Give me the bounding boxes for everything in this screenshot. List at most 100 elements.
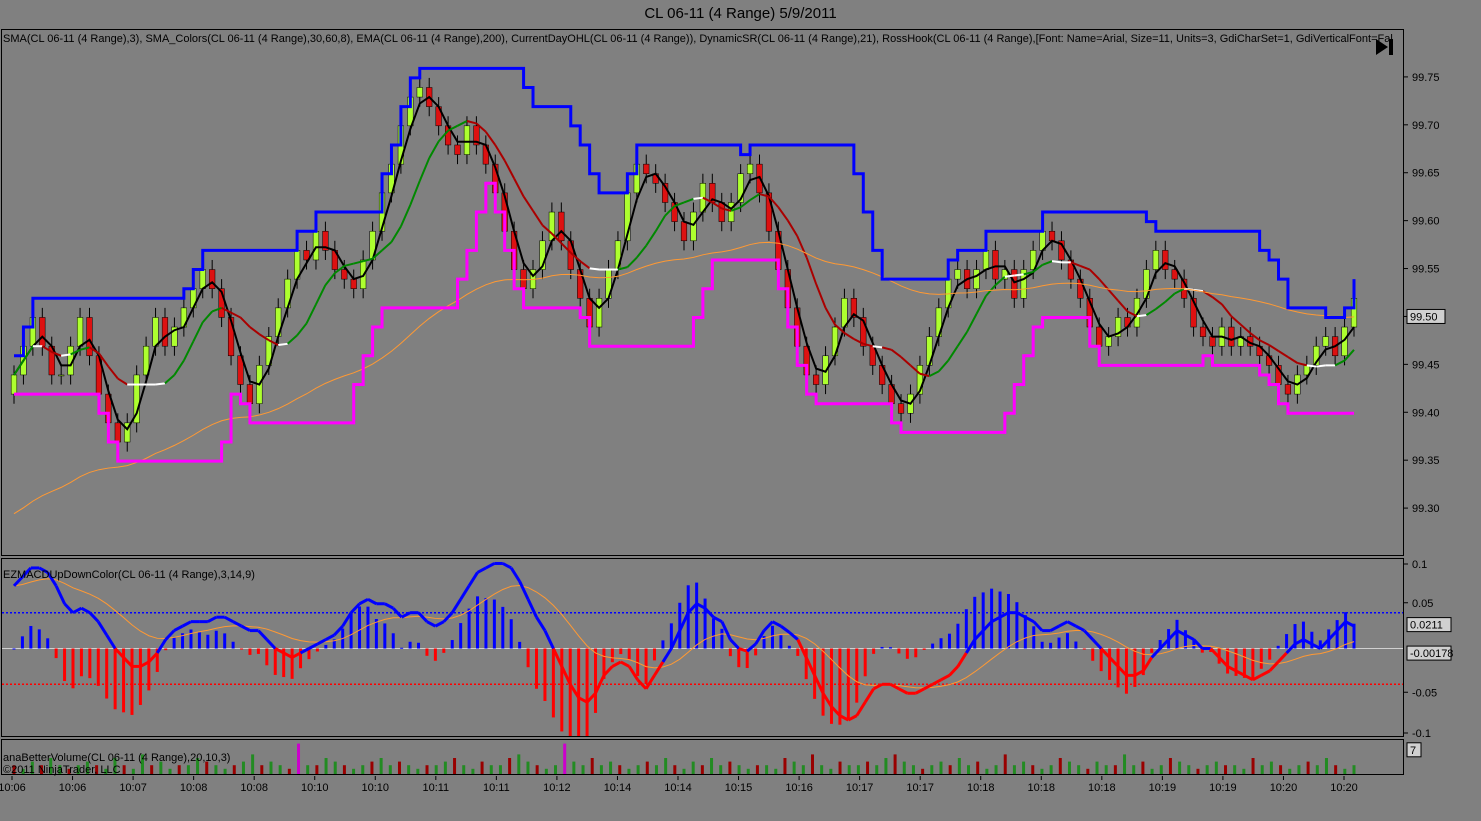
macd-line-segment: [207, 615, 217, 623]
candle-body: [973, 269, 980, 289]
macd-histogram-bar: [349, 613, 353, 649]
candle-body: [1096, 326, 1103, 347]
macd-axis[interactable]: 0.1 0.05 -0.05 -0.1 0.0211 -0.00178: [1404, 558, 1481, 737]
macd-line-segment: [863, 687, 875, 703]
macd-histogram-bar: [1285, 634, 1289, 649]
macd-line-segment: [434, 620, 445, 628]
candle-body: [454, 144, 461, 155]
volume-bar: [1242, 768, 1246, 774]
volume-bar: [801, 765, 805, 774]
volume-tick-label: 7: [1410, 745, 1416, 757]
volume-bar: [930, 765, 934, 774]
volume-bar: [783, 758, 787, 774]
volume-bar: [636, 765, 640, 774]
sma-colors-segment: [1164, 292, 1176, 303]
macd-histogram-bar: [214, 630, 218, 649]
volume-bar: [1214, 761, 1218, 774]
macd-histogram-bar: [54, 648, 58, 659]
volume-bar: [1352, 765, 1356, 774]
macd-histogram-bar: [888, 647, 892, 649]
volume-bar: [939, 761, 943, 774]
candle-body: [718, 202, 725, 222]
macd-line-segment: [611, 660, 622, 668]
candle-body: [558, 211, 565, 242]
macd-histogram-bar: [931, 643, 935, 649]
volume-bar: [1178, 761, 1182, 774]
time-tick-label: 10:06: [59, 782, 87, 794]
sma-colors-segment: [693, 196, 703, 200]
time-tick-label: 10:17: [906, 782, 934, 794]
sma-colors-segment: [1240, 323, 1251, 334]
macd-histogram-bar: [1268, 648, 1272, 660]
macd-histogram-bar: [796, 648, 800, 656]
macd-histogram-bar: [206, 634, 210, 649]
time-tick-label: 10:14: [604, 782, 632, 794]
macd-histogram-bar: [981, 592, 985, 649]
volume-bar: [352, 768, 356, 774]
volume-bar: [434, 765, 438, 774]
candle-body: [982, 250, 990, 270]
volume-bar: [572, 761, 576, 774]
sma-colors-segment: [155, 382, 166, 386]
macd-histogram-bar: [964, 609, 968, 649]
sma-colors-segment: [1117, 300, 1129, 313]
macd-line-segment: [316, 638, 327, 646]
volume-bar: [1205, 765, 1209, 774]
macd-histogram-bar: [46, 638, 50, 649]
candle-body: [209, 269, 216, 289]
volume-bar: [453, 758, 457, 774]
sma-colors-segment: [1155, 301, 1166, 310]
volume-bar: [1113, 765, 1117, 774]
candle-body: [10, 374, 18, 395]
volume-bar: [517, 754, 521, 774]
price-chart[interactable]: [2, 30, 1404, 556]
sma-colors-segment: [796, 235, 808, 258]
sma-colors-segment: [1221, 303, 1233, 317]
volume-bar: [287, 768, 291, 774]
price-axis[interactable]: 99.75 99.70 99.65 99.60 99.55 99.50 99.45 99.40…: [1404, 29, 1481, 556]
sma-colors-segment: [513, 178, 525, 197]
sma-colors-segment: [428, 140, 440, 159]
candle-body: [954, 269, 961, 280]
volume-bar: [755, 765, 759, 774]
macd-line-segment: [518, 580, 530, 600]
volume-bar: [957, 758, 961, 774]
volume-bar: [462, 765, 466, 774]
volume-axis[interactable]: 7: [1404, 739, 1481, 775]
price-tick-label: 99.60: [1412, 216, 1440, 228]
macd-histogram-bar: [509, 619, 513, 649]
time-tick-label: 10:20: [1330, 782, 1358, 794]
volume-bar: [1269, 761, 1273, 774]
sma-colors-segment: [107, 365, 119, 380]
macd-line-segment: [855, 701, 867, 717]
macd-line-segment: [358, 597, 369, 606]
macd-histogram-bar: [425, 648, 429, 656]
sma-colors-segment: [1259, 339, 1270, 346]
macd-histogram-bar: [922, 648, 926, 650]
price-pane[interactable]: [1, 29, 1404, 556]
sma-colors-segment: [1042, 260, 1053, 266]
macd-indicator-label: EZMACDUpDownColor(CL 06-11 (4 Range),3,1…: [3, 569, 255, 581]
candle-body: [1152, 250, 1159, 270]
sma-colors-segment: [777, 206, 789, 222]
volume-bar: [985, 768, 989, 774]
sma-colors-segment: [928, 370, 940, 378]
macd-pane[interactable]: [1, 558, 1404, 737]
macd-histogram-bar: [383, 623, 387, 649]
volume-bar: [810, 754, 814, 774]
volume-bar: [535, 765, 539, 774]
candle-body: [690, 211, 697, 242]
skip-to-end-icon[interactable]: [1372, 36, 1398, 58]
macd-line-segment: [485, 562, 496, 570]
time-tick-label: 10:06: [0, 782, 26, 794]
volume-bar: [251, 754, 255, 774]
candle-body: [58, 374, 65, 377]
macd-line-segment: [1066, 620, 1077, 628]
time-axis[interactable]: 10:06 10:06 10:07 10:08 10:08 10:10 10:10 10:11…: [0, 776, 1404, 796]
macd-line-segment: [476, 566, 487, 574]
macd-chart[interactable]: [2, 559, 1404, 737]
sma-colors-segment: [1136, 314, 1147, 318]
sma-colors-segment: [824, 307, 836, 326]
macd-histogram-bar: [872, 648, 876, 654]
volume-bar: [856, 765, 860, 774]
